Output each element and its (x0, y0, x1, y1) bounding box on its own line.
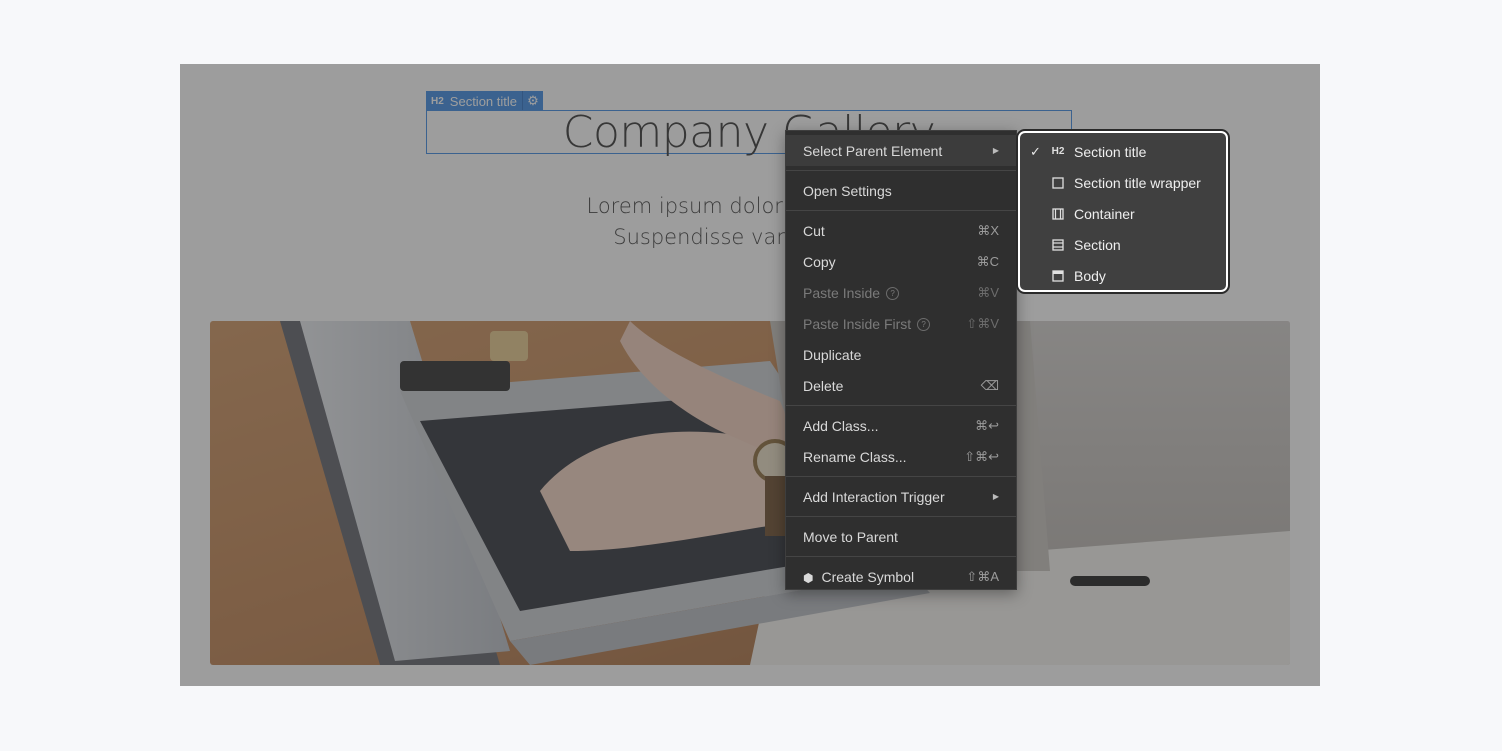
submenu-item-label: Container (1074, 205, 1135, 222)
body-icon (1050, 269, 1066, 282)
menu-item-label: Add Class... (803, 417, 879, 434)
menu-shortcut: ⌘X (977, 222, 999, 238)
menu-item-delete[interactable]: Delete ⌫ (786, 370, 1016, 401)
submenu-item-label: Section (1074, 236, 1121, 253)
menu-item-label: Paste Inside First (803, 315, 912, 332)
submenu-item-label: Section title (1074, 143, 1147, 160)
menu-item-paste-inside-first[interactable]: Paste Inside First? ⇧⌘V (786, 308, 1016, 339)
menu-divider (786, 516, 1016, 517)
menu-item-label: Copy (803, 253, 836, 270)
menu-item-label: Select Parent Element (803, 142, 943, 159)
menu-item-label: Open Settings (803, 182, 892, 199)
menu-item-label: Move to Parent (803, 528, 898, 545)
submenu-item-section-title-wrapper[interactable]: Section title wrapper (1020, 167, 1226, 198)
menu-item-create-symbol[interactable]: ⬢ Create Symbol ⇧⌘A (786, 561, 1016, 592)
menu-item-open-settings[interactable]: Open Settings (786, 175, 1016, 206)
menu-item-select-parent[interactable]: Select Parent Element ▶ (786, 135, 1016, 166)
submenu-item-section-title[interactable]: ✓ H2 Section title (1020, 136, 1226, 167)
menu-item-label-wrap: Paste Inside First? (803, 315, 931, 332)
menu-divider (786, 210, 1016, 211)
menu-item-label: Rename Class... (803, 448, 907, 465)
menu-shortcut: ⌘V (977, 284, 999, 300)
menu-shortcut: ⌫ (980, 377, 999, 393)
section-icon (1050, 238, 1066, 251)
menu-divider (786, 476, 1016, 477)
chevron-right-icon: ▶ (992, 492, 999, 501)
menu-item-label-wrap: ⬢ Create Symbol (803, 569, 914, 585)
menu-shortcut: ⇧⌘A (966, 568, 999, 584)
menu-shortcut: ⌘C (976, 253, 999, 269)
square-icon (1050, 176, 1066, 189)
menu-item-label: Cut (803, 222, 825, 239)
menu-divider (786, 170, 1016, 171)
checkmark-icon: ✓ (1030, 143, 1041, 159)
help-icon: ? (917, 318, 931, 332)
menu-item-copy[interactable]: Copy ⌘C (786, 246, 1016, 277)
menu-divider (786, 405, 1016, 406)
symbol-icon: ⬢ (803, 570, 814, 585)
menu-item-rename-class[interactable]: Rename Class... ⇧⌘↩ (786, 441, 1016, 472)
submenu-item-body[interactable]: Body (1020, 260, 1226, 291)
menu-item-add-class[interactable]: Add Class... ⌘↩ (786, 410, 1016, 441)
submenu-item-label: Body (1074, 267, 1106, 284)
menu-item-move-to-parent[interactable]: Move to Parent (786, 521, 1016, 552)
menu-item-label: Create Symbol (821, 568, 915, 585)
menu-item-label: Add Interaction Trigger (803, 488, 945, 505)
parent-element-submenu: ✓ H2 Section title Section title wrapper… (1018, 131, 1228, 292)
menu-item-label-wrap: Paste Inside? (803, 284, 900, 301)
submenu-item-section[interactable]: Section (1020, 229, 1226, 260)
submenu-item-container[interactable]: Container (1020, 198, 1226, 229)
submenu-item-label: Section title wrapper (1074, 174, 1201, 191)
menu-divider (786, 556, 1016, 557)
menu-item-paste-inside[interactable]: Paste Inside? ⌘V (786, 277, 1016, 308)
menu-item-add-interaction-trigger[interactable]: Add Interaction Trigger ▶ (786, 481, 1016, 512)
menu-item-duplicate[interactable]: Duplicate (786, 339, 1016, 370)
chevron-right-icon: ▶ (992, 146, 999, 155)
menu-shortcut: ⇧⌘V (966, 315, 999, 331)
menu-shortcut: ⌘↩ (975, 417, 999, 433)
menu-item-label: Paste Inside (803, 284, 881, 301)
menu-item-label: Duplicate (803, 346, 862, 363)
help-icon: ? (886, 287, 900, 301)
menu-item-label: Delete (803, 377, 844, 394)
menu-shortcut: ⇧⌘↩ (964, 448, 999, 464)
h2-icon: H2 (1051, 146, 1065, 157)
menu-item-cut[interactable]: Cut ⌘X (786, 215, 1016, 246)
context-menu: Select Parent Element ▶ Open Settings Cu… (785, 130, 1017, 590)
container-icon (1050, 207, 1066, 220)
